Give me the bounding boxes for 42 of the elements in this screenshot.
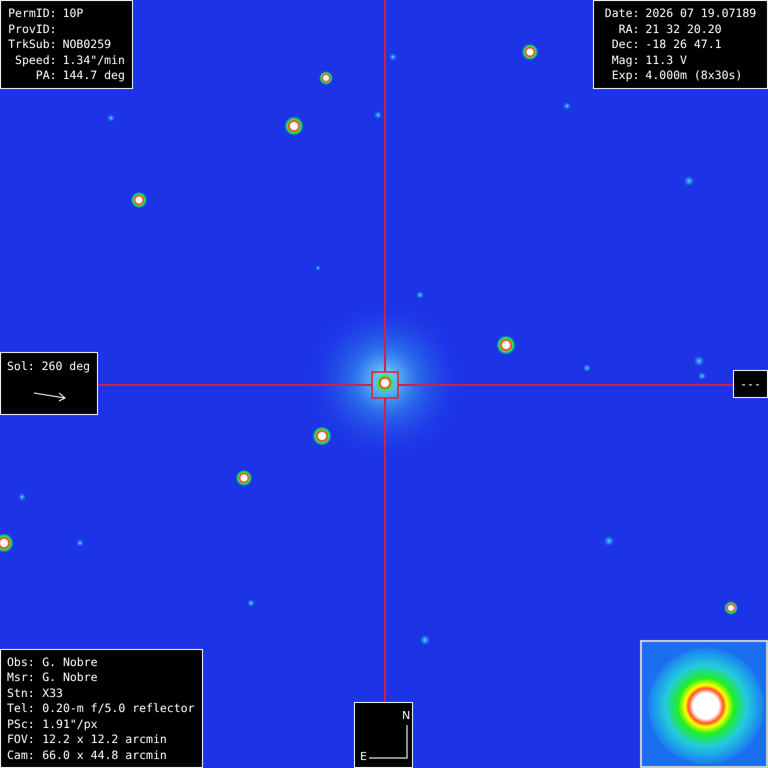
north-label: N: [402, 709, 410, 722]
field-value: 12.2 x 12.2 arcmin: [42, 732, 168, 746]
field-label: FOV:: [7, 732, 36, 746]
field-value: 144.7 deg: [62, 68, 126, 82]
comet-nucleus: [375, 373, 395, 393]
compass-icon: [368, 725, 408, 759]
field-label: Stn:: [7, 686, 36, 700]
field-value: 11.3 V: [645, 52, 688, 67]
field-label: Date:: [604, 6, 640, 20]
field-value: G. Nobre: [42, 670, 99, 684]
field-value: 1.91"/px: [42, 716, 99, 731]
marker-text: ---: [740, 377, 761, 391]
east-label: E: [360, 750, 367, 763]
field-label: PSc:: [7, 716, 36, 731]
field-value: 2026 07 19.07189: [645, 6, 758, 20]
field-label: ProvID:: [7, 22, 57, 36]
field-value: 10P: [62, 6, 84, 20]
field-value: -18 26 47.1: [645, 37, 723, 52]
field-value: G. Nobre: [42, 654, 99, 669]
field-label: PermID:: [7, 6, 57, 20]
target-box: [371, 371, 399, 399]
field-value: 0.20-m f/5.0 reflector: [42, 701, 196, 716]
field-label: Obs:: [7, 654, 36, 669]
field-value: X33: [42, 686, 64, 700]
field-label: Dec:: [610, 37, 640, 52]
field-label: Exp:: [610, 68, 640, 82]
field-label: Cam:: [7, 748, 36, 762]
field-value: 21 32 20.20: [645, 22, 723, 36]
arrow-icon: [33, 390, 67, 402]
field-label: Speed:: [14, 52, 57, 67]
field-label: Msr:: [7, 670, 36, 684]
field-value: NOB0259: [62, 37, 112, 52]
field-label: RA:: [618, 22, 640, 36]
sun-angle-text: Sol: 260 deg: [7, 359, 90, 373]
field-label: Mag:: [610, 52, 640, 67]
field-value: 4.000m (8x30s): [645, 68, 744, 82]
star: [0, 533, 14, 553]
field-value: 1.34"/min: [62, 52, 126, 67]
field-label: TrkSub:: [7, 37, 57, 52]
field-label: PA:: [34, 68, 57, 82]
field-value: 66.0 x 44.8 arcmin: [42, 748, 168, 762]
field-label: Tel:: [7, 701, 36, 716]
